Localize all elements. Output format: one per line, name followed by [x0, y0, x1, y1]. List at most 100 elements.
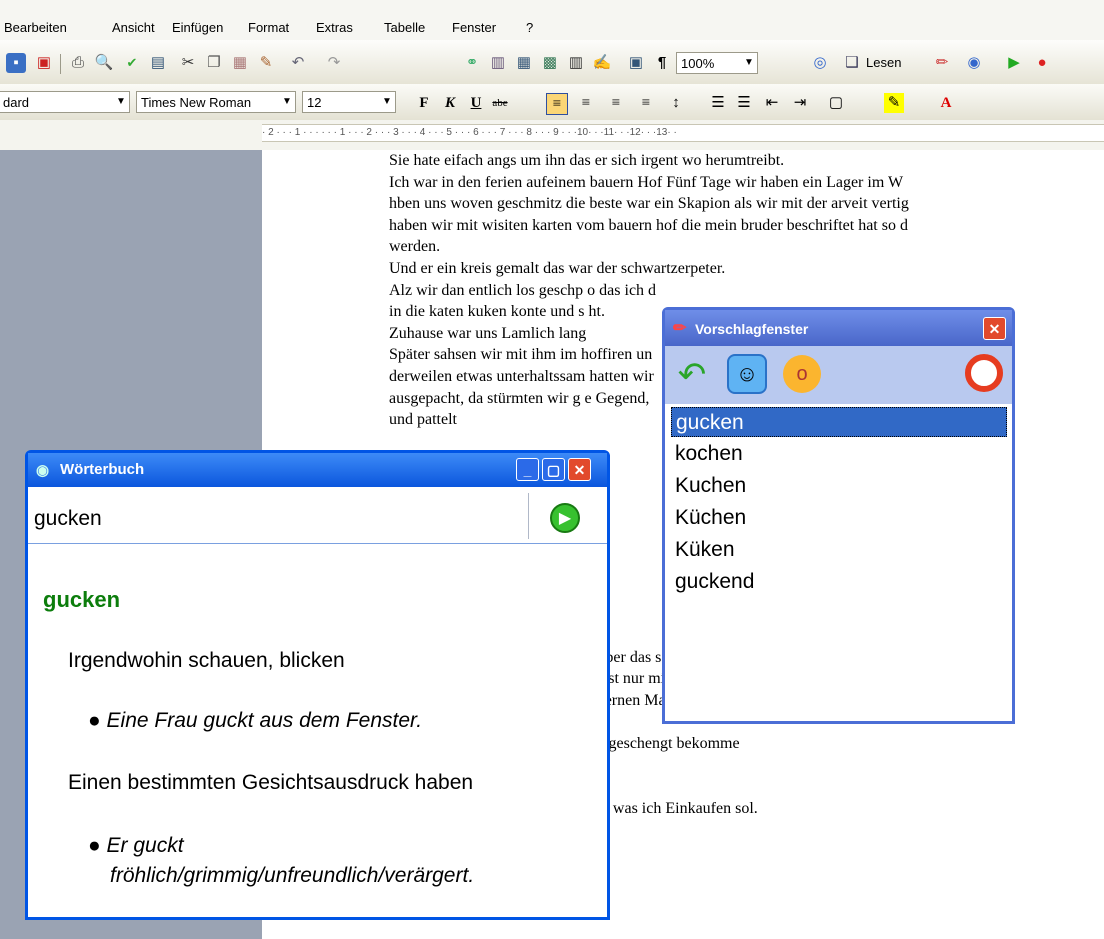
research-icon[interactable]: ▤ [148, 53, 168, 73]
bullets-icon[interactable]: ☰ [734, 93, 754, 113]
spellcheck-icon[interactable]: ✔ [122, 53, 142, 73]
redo-icon[interactable]: ↷ [324, 53, 344, 73]
document-line[interactable]: werden. [389, 236, 1104, 258]
menu-fenster[interactable]: Fenster [452, 20, 496, 35]
example-1-text: Eine Frau guckt aus dem Fenster. [106, 709, 423, 732]
example-2-line-2: fröhlich/grimmig/unfreundlich/verärgert. [110, 864, 475, 887]
dictionary-example-1: ● Eine Frau guckt aus dem Fenster. [88, 709, 423, 732]
justify-icon[interactable]: ≡ [636, 93, 656, 113]
dictionary-sense-2: Einen bestimmten Gesichtsausdruck haben [68, 771, 474, 794]
menu-format[interactable]: Format [248, 20, 289, 35]
style-combo[interactable]: dard ▼ [0, 91, 130, 113]
menu-bearbeiten[interactable]: Bearbeiten [4, 20, 67, 35]
menu-tabelle[interactable]: Tabelle [384, 20, 425, 35]
menu-extras[interactable]: Extras [316, 20, 353, 35]
suggestion-item[interactable]: Küken [671, 535, 1007, 565]
drawing-icon[interactable]: ✍ [592, 53, 612, 73]
pen-icon[interactable]: ✏ [932, 53, 952, 73]
minimize-icon[interactable]: _ [516, 458, 539, 481]
pencil-icon: ✏ [673, 320, 687, 337]
dictionary-window-title: Wörterbuch [60, 461, 145, 478]
format-painter-icon[interactable]: ✎ [256, 53, 276, 73]
underline-button[interactable]: U [466, 93, 486, 113]
close-icon[interactable]: ✕ [983, 317, 1006, 340]
read-mode-icon[interactable]: ❑ [842, 53, 862, 73]
read-mode-label[interactable]: Lesen [866, 55, 901, 70]
suggestion-window-titlebar[interactable]: ✏ Vorschlagfenster ✕ [665, 310, 1012, 346]
strikethrough-button[interactable]: abe [490, 93, 510, 113]
bold-button[interactable]: F [414, 93, 434, 113]
document-line[interactable]: Und er ein kreis gemalt das war der schw… [389, 258, 1104, 280]
search-separator [528, 493, 529, 539]
dictionary-sense-1: Irgendwohin schauen, blicken [68, 649, 345, 672]
close-icon[interactable]: ✕ [568, 458, 591, 481]
font-size-combo[interactable]: 12 ▼ [302, 91, 396, 113]
toolbar-separator [60, 54, 61, 74]
help-icon[interactable]: ◎ [810, 53, 830, 73]
increase-indent-icon[interactable]: ⇥ [790, 93, 810, 113]
highlight-icon[interactable]: ✎ [884, 93, 904, 113]
help-lifebuoy-icon[interactable] [965, 354, 1003, 392]
surprised-icon[interactable]: o [783, 355, 821, 393]
align-right-icon[interactable]: ≡ [606, 93, 626, 113]
insert-excel-icon[interactable]: ▩ [540, 53, 560, 73]
speech-icon[interactable]: ● [1032, 53, 1052, 73]
pdf-icon[interactable]: ▣ [34, 53, 54, 73]
insert-table-icon[interactable]: ▦ [514, 53, 534, 73]
copy-icon[interactable]: ❐ [204, 53, 224, 73]
numbering-icon[interactable]: ☰ [708, 93, 728, 113]
menu-help[interactable]: ? [526, 20, 533, 35]
align-center-icon[interactable]: ≡ [576, 93, 596, 113]
menu-ansicht[interactable]: Ansicht [112, 20, 155, 35]
align-left-icon[interactable]: ≡ [546, 93, 568, 115]
suggestion-item[interactable]: kochen [671, 439, 1007, 469]
columns-icon[interactable]: ▥ [566, 53, 586, 73]
suggestion-toolbar: ↶ ☺ o [665, 346, 1012, 404]
undo-icon[interactable]: ↶ [673, 356, 711, 394]
document-line[interactable]: Ich war in den ferien aufeinem bauern Ho… [389, 172, 1104, 194]
document-map-icon[interactable]: ▣ [626, 53, 646, 73]
paragraph-marks-icon[interactable]: ¶ [652, 53, 672, 73]
suggestion-item[interactable]: gucken [671, 407, 1007, 437]
decrease-indent-icon[interactable]: ⇤ [762, 93, 782, 113]
suggestion-item[interactable]: Küchen [671, 503, 1007, 533]
paste-icon[interactable]: ▦ [230, 53, 250, 73]
document-line[interactable]: hben uns woven geschmitz die beste war e… [389, 193, 1104, 215]
print-icon[interactable]: ⎙ [68, 53, 88, 73]
smiley-icon[interactable]: ☺ [727, 354, 767, 394]
go-icon[interactable]: ▶ [550, 503, 580, 533]
font-combo[interactable]: Times New Roman ▼ [136, 91, 296, 113]
suggestion-item[interactable]: Kuchen [671, 471, 1007, 501]
chevron-down-icon[interactable]: ▼ [379, 92, 395, 112]
zoom-combo[interactable]: 100% ▼ [676, 52, 758, 74]
font-color-icon[interactable]: A [936, 93, 956, 113]
document-line[interactable]: Sie hate eifach angs um ihn das er sich … [389, 150, 1104, 172]
chevron-down-icon[interactable]: ▼ [113, 92, 129, 112]
tables-icon[interactable]: ▥ [488, 53, 508, 73]
font-value: Times New Roman [141, 95, 252, 110]
document-line[interactable]: Alz wir dan entlich los geschp o das ich… [389, 280, 1104, 302]
document-line[interactable]: haben wir mit wisiten karten vom bauern … [389, 215, 1104, 237]
print-preview-icon[interactable]: 🔍 [94, 53, 114, 73]
italic-button[interactable]: K [440, 93, 460, 113]
line-spacing-icon[interactable]: ↕ [666, 93, 686, 113]
maximize-icon[interactable]: ▢ [542, 458, 565, 481]
hyperlink-icon[interactable]: ⚭ [462, 53, 482, 73]
chevron-down-icon[interactable]: ▼ [279, 92, 295, 112]
play-icon[interactable]: ▶ [1004, 53, 1024, 73]
ruler-marks: · 2 · · · 1 · · · · · · 1 · · · 2 · · · … [262, 127, 677, 138]
dictionary-window-titlebar[interactable]: ◉ Wörterbuch _ ▢ ✕ [28, 453, 607, 487]
undo-icon[interactable]: ↶ [288, 53, 308, 73]
dictionary-search-input[interactable]: gucken [34, 507, 102, 531]
dictionary-icon[interactable]: ◉ [964, 53, 984, 73]
save-icon[interactable]: ▪ [6, 53, 26, 73]
suggestion-list[interactable]: gucken kochen Kuchen Küchen Küken guckend [671, 407, 1009, 717]
suggestion-item[interactable]: guckend [671, 567, 1007, 597]
dictionary-search-bar [28, 487, 607, 544]
suggestion-window-title: Vorschlagfenster [695, 321, 809, 337]
cut-icon[interactable]: ✂ [178, 53, 198, 73]
ruler[interactable]: · 2 · · · 1 · · · · · · 1 · · · 2 · · · … [262, 124, 1104, 142]
menu-einfuegen[interactable]: Einfügen [172, 20, 223, 35]
chevron-down-icon[interactable]: ▼ [741, 53, 757, 73]
border-icon[interactable]: ▢ [826, 93, 846, 113]
